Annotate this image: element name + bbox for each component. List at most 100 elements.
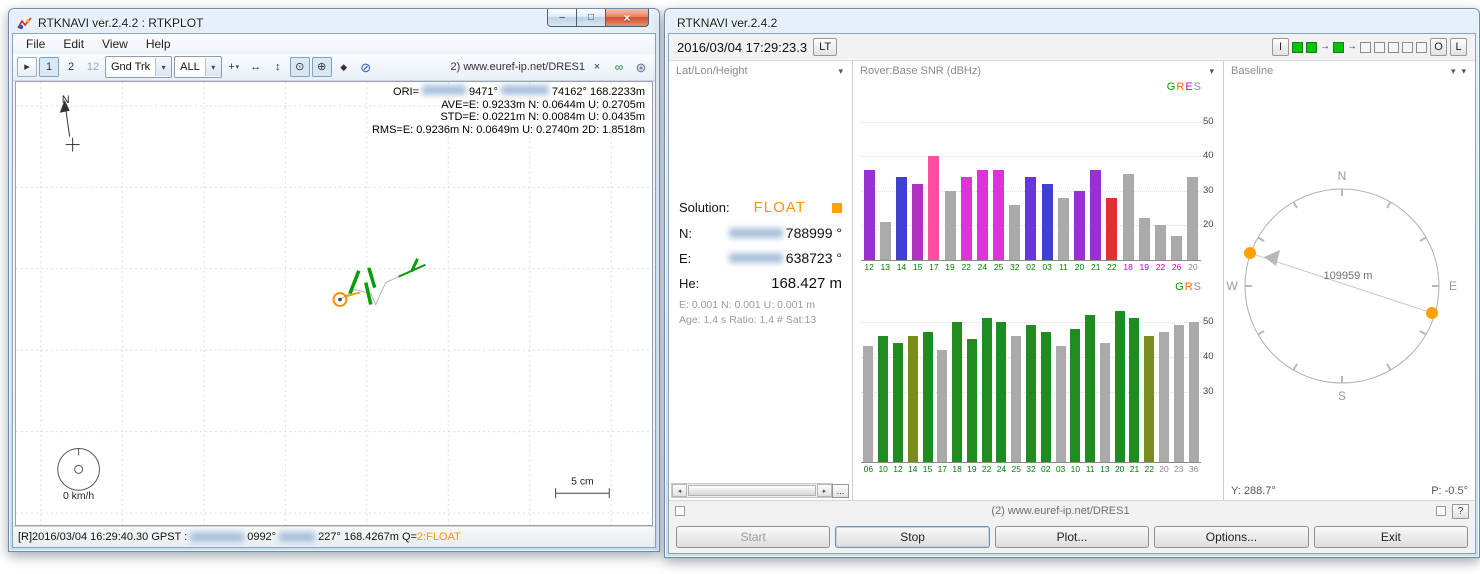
options-button[interactable]: Options...: [1154, 526, 1308, 548]
sat-label: 36: [1186, 464, 1201, 474]
baseline-panel-header[interactable]: Baseline ▾ ▾: [1224, 61, 1475, 81]
legend-R: R: [1176, 81, 1184, 93]
latitude-label: N:: [679, 226, 692, 241]
baseline-panel: Baseline ▾ ▾ N E S W 109959 m: [1224, 61, 1475, 500]
fit-range-button[interactable]: +▾: [224, 57, 244, 77]
output-stream-button[interactable]: O: [1430, 38, 1447, 56]
sat-label: 14: [893, 262, 909, 272]
start-button[interactable]: Start: [676, 526, 830, 548]
sat-label: 15: [910, 262, 926, 272]
solution-time: 2016/03/04 17:29:23.3: [677, 40, 807, 55]
menu-file[interactable]: File: [17, 35, 54, 53]
solution12-toggle[interactable]: 12: [83, 57, 103, 77]
chevron-down-icon[interactable]: ▾: [1459, 66, 1468, 77]
longitude-label: E:: [679, 251, 691, 266]
menu-help[interactable]: Help: [137, 35, 180, 53]
rtkplot-client: File Edit View Help ▸ 1 2 12 Gnd Trk ▾ A…: [12, 33, 656, 548]
satellite-filter-select[interactable]: ALL ▾: [174, 56, 222, 78]
scroll-left-button[interactable]: ◂: [672, 484, 687, 497]
sat-label: 12: [861, 262, 877, 272]
snr-bar-sat-19: [945, 191, 956, 260]
solution2-toggle[interactable]: 2: [61, 57, 81, 77]
minimize-button[interactable]: –: [547, 9, 577, 27]
sat-label: 10: [876, 464, 891, 474]
base-snr-chart: GRS3040500610121415171819222425320203101…: [861, 281, 1201, 474]
maximize-button[interactable]: □: [577, 9, 605, 27]
scroll-right-button[interactable]: ▸: [817, 484, 832, 497]
exit-button[interactable]: Exit: [1314, 526, 1468, 548]
sat-label: 03: [1053, 464, 1068, 474]
rtknavi-titlebar[interactable]: RTKNAVI ver.2.4.2: [665, 9, 1479, 35]
stats-rms: RMS=E: 0.9236m N: 0.0649m U: 0.2740m 2D:…: [372, 124, 645, 137]
ground-track-plot[interactable]: N: [15, 81, 653, 526]
menu-view[interactable]: View: [93, 35, 137, 53]
plot-options-button[interactable]: ⊛: [631, 57, 651, 77]
close-button[interactable]: ×: [605, 9, 649, 27]
snr-panel-header[interactable]: Rover:Base SNR (dBHz) ▾: [853, 61, 1223, 81]
clear-stream-button[interactable]: ×: [587, 57, 607, 77]
play-icon: ▸: [24, 62, 30, 73]
scrollbar-thumb[interactable]: [688, 485, 816, 496]
solution-status-square: [832, 203, 842, 213]
center-origin-button[interactable]: ⊙: [290, 57, 310, 77]
rtkplot-titlebar[interactable]: RTKNAVI ver.2.4.2 : RTKPLOT – □ ×: [9, 9, 659, 35]
sat-label: 32: [1007, 262, 1023, 272]
link-button[interactable]: ∞: [609, 57, 629, 77]
chevron-down-icon[interactable]: ▾: [1449, 66, 1458, 77]
help-button[interactable]: ?: [1452, 504, 1469, 519]
snr-bar-sat-20: [1115, 311, 1125, 462]
sat-label: 21: [1127, 464, 1142, 474]
sat-label: 20: [1112, 464, 1127, 474]
snr-legend: GRES: [861, 81, 1201, 94]
chevron-down-icon[interactable]: ▾: [155, 58, 171, 76]
chevron-down-icon[interactable]: ▾: [205, 58, 221, 76]
button-row: Start Stop Plot... Options... Exit: [669, 521, 1475, 553]
log-stream-button[interactable]: L: [1450, 38, 1467, 56]
stream-status-square: [1306, 42, 1317, 53]
chevron-down-icon[interactable]: ▾: [1207, 66, 1216, 77]
compass-north-label: N: [1338, 169, 1347, 183]
plot-button[interactable]: Plot...: [995, 526, 1149, 548]
snr-axis-tick: 30: [1203, 185, 1220, 196]
fit-vertical-button[interactable]: ↕: [268, 57, 288, 77]
fix-center-button[interactable]: ⊕: [312, 57, 332, 77]
rtk-monitor-button[interactable]: ...: [832, 484, 849, 498]
chevron-down-icon[interactable]: ▾: [836, 66, 845, 77]
solution-scrollbar[interactable]: ◂ ▸: [671, 483, 833, 498]
show-marker-button[interactable]: ◆: [334, 57, 354, 77]
status-square-right: [1436, 506, 1446, 516]
plot-type-select[interactable]: Gnd Trk ▾: [105, 56, 172, 78]
menu-edit[interactable]: Edit: [54, 35, 93, 53]
stop-button[interactable]: Stop: [835, 526, 989, 548]
snr-bar-sat-11: [1058, 198, 1069, 260]
redacted-value: [279, 532, 315, 542]
snr-bar-sat-32: [1026, 325, 1036, 462]
sat-label: 20: [1071, 262, 1087, 272]
sat-label: 22: [1104, 262, 1120, 272]
stop-stream-button[interactable]: ⊘: [356, 57, 376, 77]
compass-east-label: E: [1449, 279, 1457, 293]
snr-bar-sat-19: [967, 339, 977, 462]
sat-label: 11: [1083, 464, 1098, 474]
sat-label: 14: [905, 464, 920, 474]
stream-status-square: [1333, 42, 1344, 53]
solution-panel: Lat/Lon/Height ▾ Solution: FLOAT N: 7889…: [669, 61, 852, 500]
rtkplot-statusbar: [R]2016/03/04 16:29:40.30 GPST : 0992° 2…: [13, 526, 655, 547]
snr-bar-sat-25: [1011, 336, 1021, 462]
replay-button[interactable]: ▸: [17, 57, 37, 77]
sat-label: 22: [1152, 262, 1168, 272]
time-system-button[interactable]: LT: [813, 38, 837, 56]
snr-bar-sat-22: [1106, 198, 1117, 260]
baseline-compass: N E S W 109959 m: [1224, 81, 1475, 500]
solution-panel-header[interactable]: Lat/Lon/Height ▾: [669, 61, 852, 81]
legend-S: S: [1194, 281, 1201, 293]
fit-horizontal-button[interactable]: ↔: [246, 57, 266, 77]
snr-bar-sat-18: [952, 322, 962, 462]
menubar: File Edit View Help: [13, 34, 655, 54]
solution-panel-title: Lat/Lon/Height: [676, 65, 748, 77]
height-value: 168.427 m: [771, 275, 842, 292]
solution1-toggle[interactable]: 1: [39, 57, 59, 77]
sat-label: 23: [1171, 464, 1186, 474]
height-label: He:: [679, 276, 699, 291]
input-stream-button[interactable]: I: [1272, 38, 1289, 56]
